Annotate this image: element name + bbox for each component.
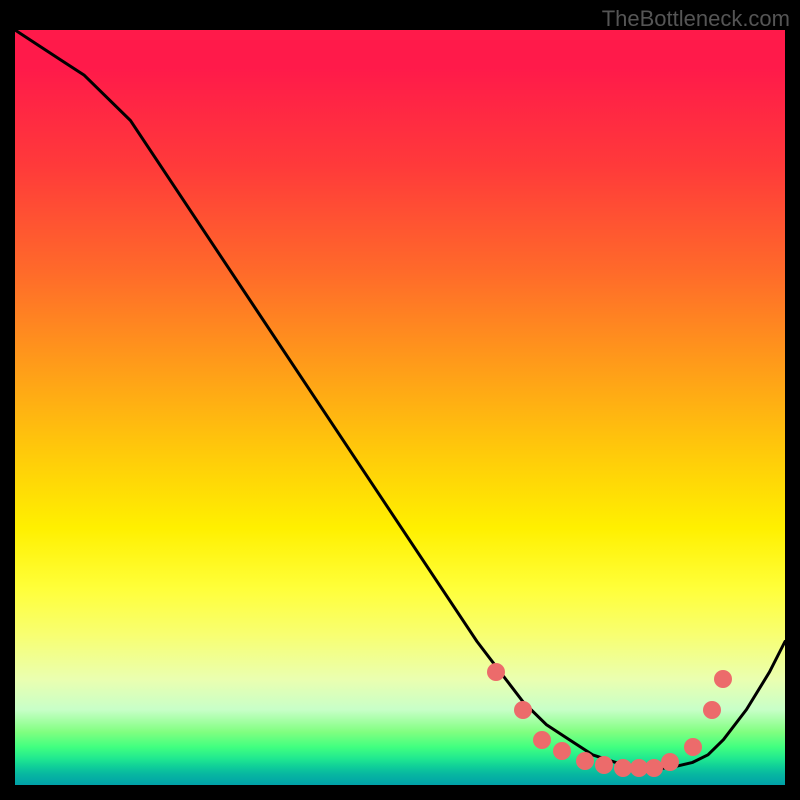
- chart-svg-layer: [15, 30, 785, 785]
- chart-point: [533, 731, 551, 749]
- chart-point: [703, 701, 721, 719]
- chart-point: [514, 701, 532, 719]
- chart-point: [553, 742, 571, 760]
- chart-point: [487, 663, 505, 681]
- chart-plot-area: [15, 30, 785, 785]
- chart-point: [684, 738, 702, 756]
- chart-point: [576, 752, 594, 770]
- chart-curve: [15, 30, 785, 768]
- watermark-text: TheBottleneck.com: [602, 6, 790, 32]
- chart-point: [714, 670, 732, 688]
- chart-point: [661, 753, 679, 771]
- chart-point: [595, 756, 613, 774]
